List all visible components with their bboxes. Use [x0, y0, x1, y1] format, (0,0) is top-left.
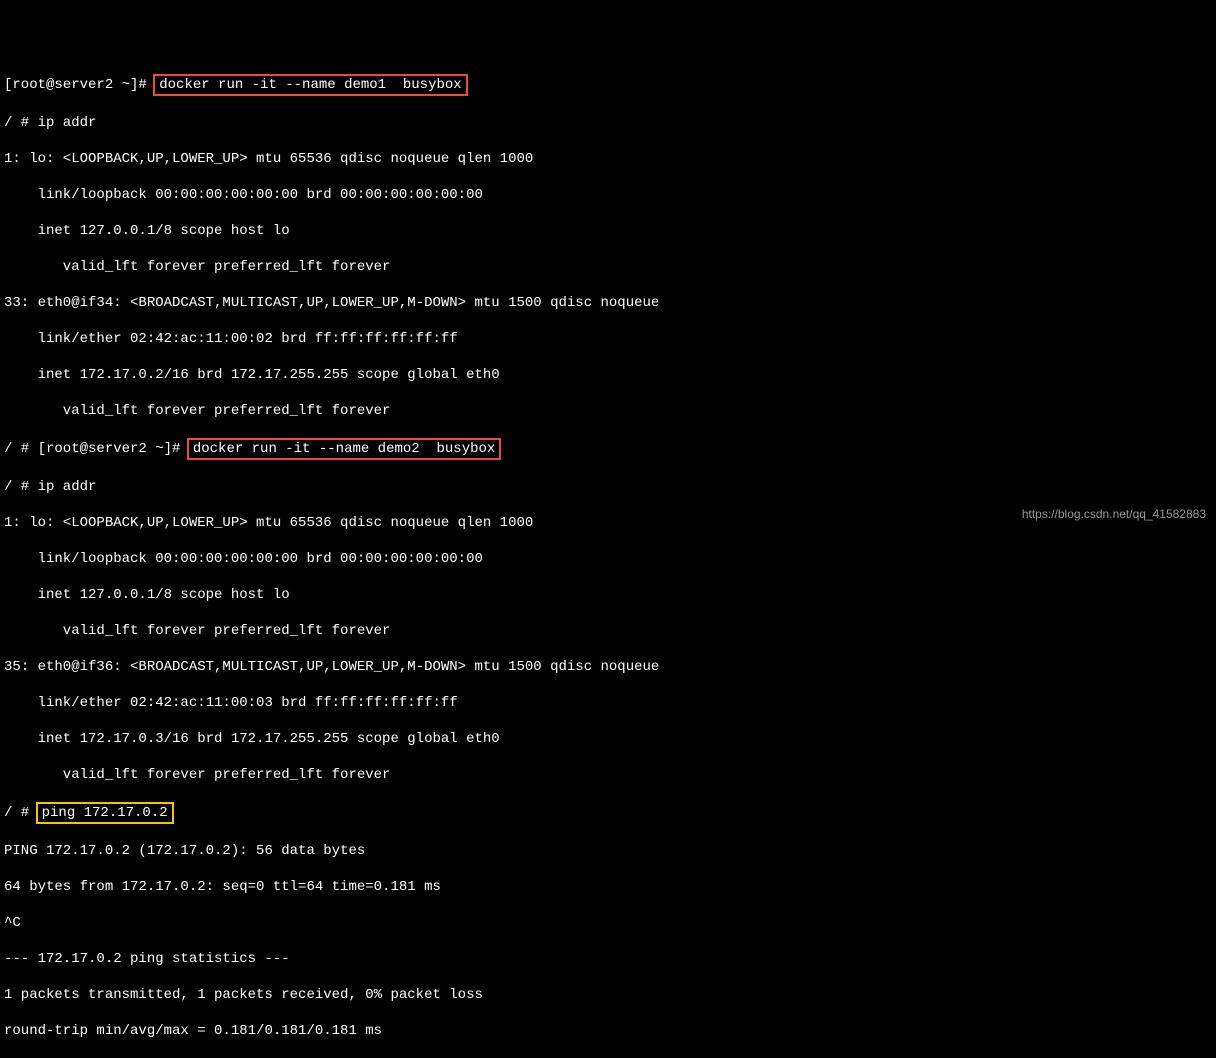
terminal-line-1: [root@server2 ~]# docker run -it --name …: [4, 74, 1212, 96]
terminal-line-25: --- 172.17.0.2 ping statistics ---: [4, 950, 1212, 968]
terminal-line-12: / # ip addr: [4, 478, 1212, 496]
terminal-line-16: valid_lft forever preferred_lft forever: [4, 622, 1212, 640]
terminal-line-18: link/ether 02:42:ac:11:00:03 brd ff:ff:f…: [4, 694, 1212, 712]
terminal-line-2: / # ip addr: [4, 114, 1212, 132]
terminal-line-11: / # [root@server2 ~]# docker run -it --n…: [4, 438, 1212, 460]
terminal-line-7: 33: eth0@if34: <BROADCAST,MULTICAST,UP,L…: [4, 294, 1212, 312]
terminal-line-10: valid_lft forever preferred_lft forever: [4, 402, 1212, 420]
cmd-docker-run-demo1: docker run -it --name demo1 busybox: [153, 74, 467, 96]
terminal-line-22: PING 172.17.0.2 (172.17.0.2): 56 data by…: [4, 842, 1212, 860]
prompt-3: / #: [4, 804, 38, 822]
terminal-line-24: ^C: [4, 914, 1212, 932]
terminal-line-8: link/ether 02:42:ac:11:00:02 brd ff:ff:f…: [4, 330, 1212, 348]
terminal-line-23: 64 bytes from 172.17.0.2: seq=0 ttl=64 t…: [4, 878, 1212, 896]
terminal-line-6: valid_lft forever preferred_lft forever: [4, 258, 1212, 276]
terminal-line-9: inet 172.17.0.2/16 brd 172.17.255.255 sc…: [4, 366, 1212, 384]
terminal-line-17: 35: eth0@if36: <BROADCAST,MULTICAST,UP,L…: [4, 658, 1212, 676]
terminal-line-20: valid_lft forever preferred_lft forever: [4, 766, 1212, 784]
terminal-line-19: inet 172.17.0.3/16 brd 172.17.255.255 sc…: [4, 730, 1212, 748]
terminal-line-15: inet 127.0.0.1/8 scope host lo: [4, 586, 1212, 604]
terminal-line-21: / # ping 172.17.0.2: [4, 802, 1212, 824]
watermark: https://blog.csdn.net/qq_41582883: [1022, 505, 1206, 523]
terminal-line-5: inet 127.0.0.1/8 scope host lo: [4, 222, 1212, 240]
terminal-line-27: round-trip min/avg/max = 0.181/0.181/0.1…: [4, 1022, 1212, 1040]
prompt-2: / # [root@server2 ~]#: [4, 440, 189, 458]
terminal-line-26: 1 packets transmitted, 1 packets receive…: [4, 986, 1212, 1004]
prompt-1: [root@server2 ~]#: [4, 76, 155, 94]
terminal-line-14: link/loopback 00:00:00:00:00:00 brd 00:0…: [4, 550, 1212, 568]
terminal-line-3: 1: lo: <LOOPBACK,UP,LOWER_UP> mtu 65536 …: [4, 150, 1212, 168]
terminal-line-4: link/loopback 00:00:00:00:00:00 brd 00:0…: [4, 186, 1212, 204]
cmd-docker-run-demo2: docker run -it --name demo2 busybox: [187, 438, 501, 460]
cmd-ping-ip: ping 172.17.0.2: [36, 802, 174, 824]
